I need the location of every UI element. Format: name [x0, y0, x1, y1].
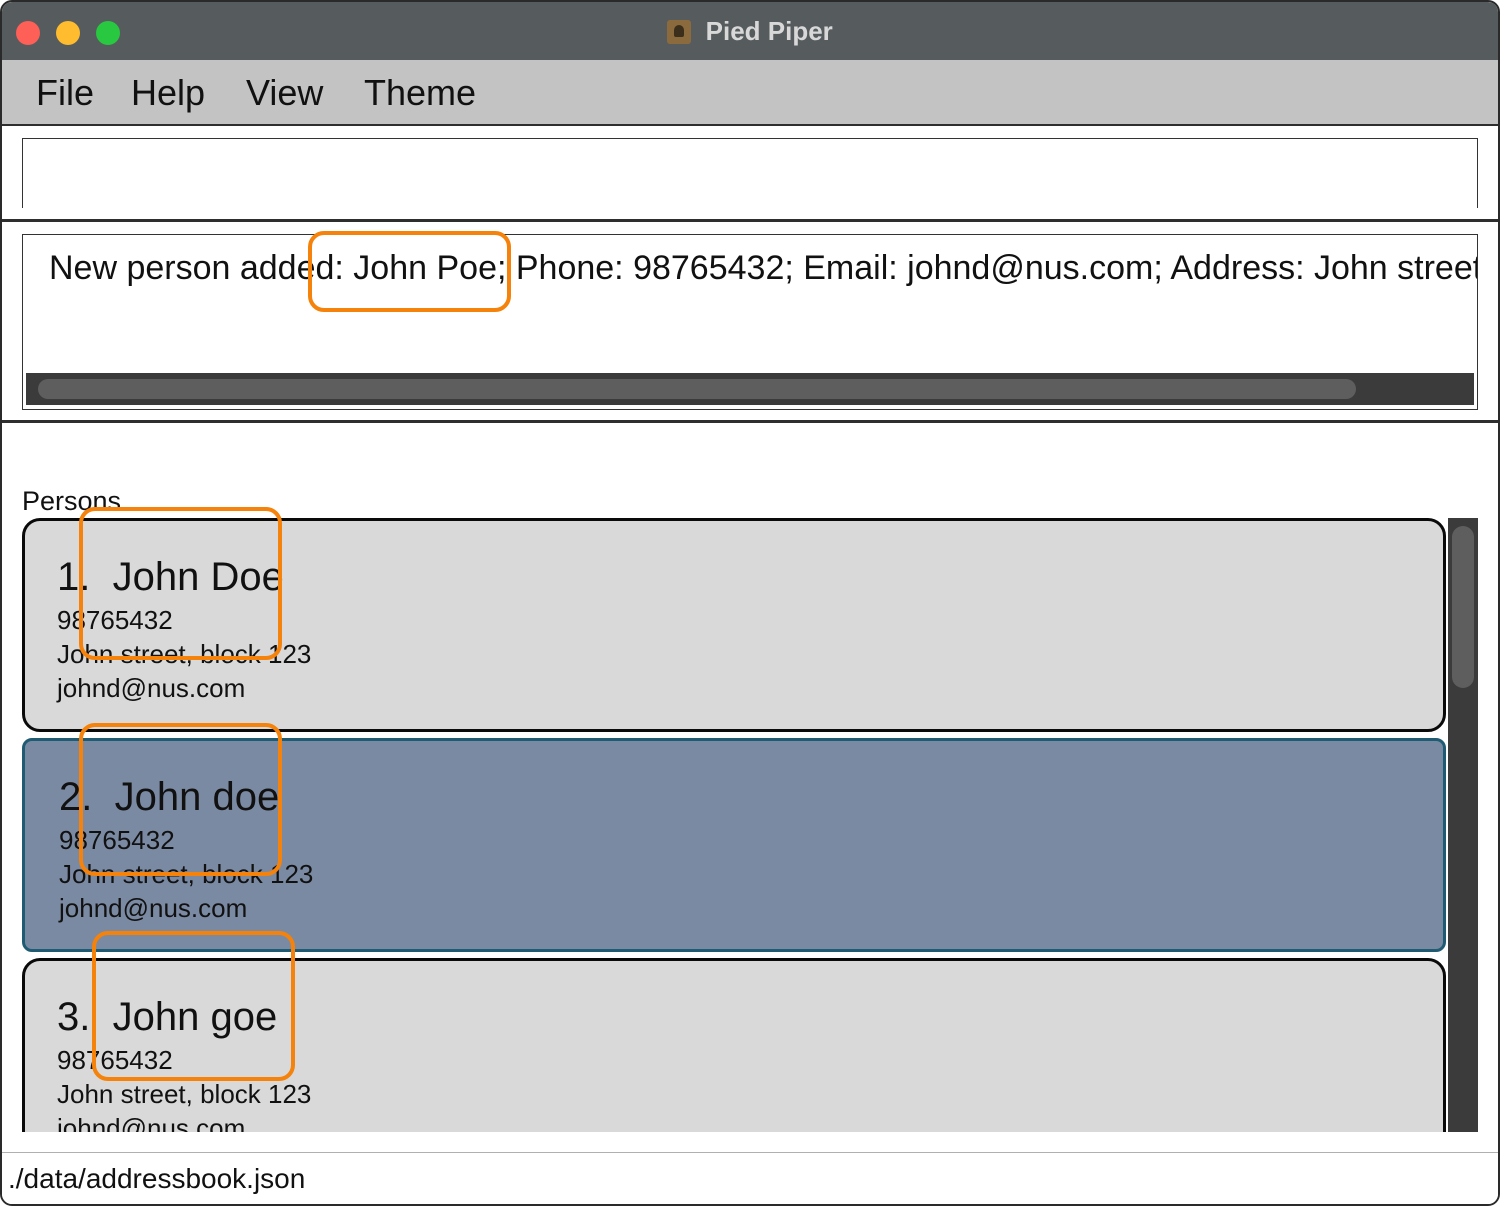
- result-horizontal-scrollbar[interactable]: [26, 373, 1474, 405]
- person-list-scrollbar[interactable]: [1448, 518, 1478, 1132]
- address-book-icon: [667, 19, 692, 44]
- window-title-wrap: Pied Piper: [2, 16, 1498, 47]
- highlight-box: [79, 507, 282, 660]
- result-scrollbar-thumb[interactable]: [38, 379, 1356, 399]
- highlight-box: [92, 931, 295, 1081]
- app-window: Pied Piper File Help View Theme New pers…: [0, 0, 1500, 1206]
- menu-theme[interactable]: Theme: [364, 72, 476, 114]
- person-email: johnd@nus.com: [57, 673, 246, 703]
- result-message: New person added: John Poe; Phone: 98765…: [49, 249, 1478, 287]
- divider: [2, 420, 1498, 423]
- highlight-box: [79, 723, 282, 876]
- menu-bar: File Help View Theme: [2, 60, 1498, 126]
- person-address: John street, block 123: [57, 1079, 312, 1109]
- menu-file[interactable]: File: [36, 72, 94, 114]
- person-email: johnd@nus.com: [57, 1113, 246, 1132]
- status-bar: ./data/addressbook.json: [2, 1152, 1498, 1204]
- title-bar[interactable]: Pied Piper: [2, 2, 1498, 60]
- menu-view[interactable]: View: [246, 72, 323, 114]
- save-location: ./data/addressbook.json: [8, 1163, 306, 1194]
- result-display: New person added: John Poe; Phone: 98765…: [22, 234, 1478, 410]
- window-title: Pied Piper: [705, 16, 833, 46]
- person-list-scrollbar-thumb[interactable]: [1452, 526, 1474, 688]
- highlight-box: [308, 231, 511, 312]
- menu-help[interactable]: Help: [131, 72, 205, 114]
- command-input[interactable]: [22, 138, 1478, 208]
- person-email: johnd@nus.com: [59, 893, 248, 923]
- divider: [2, 219, 1498, 222]
- person-index: 3.: [57, 995, 91, 1039]
